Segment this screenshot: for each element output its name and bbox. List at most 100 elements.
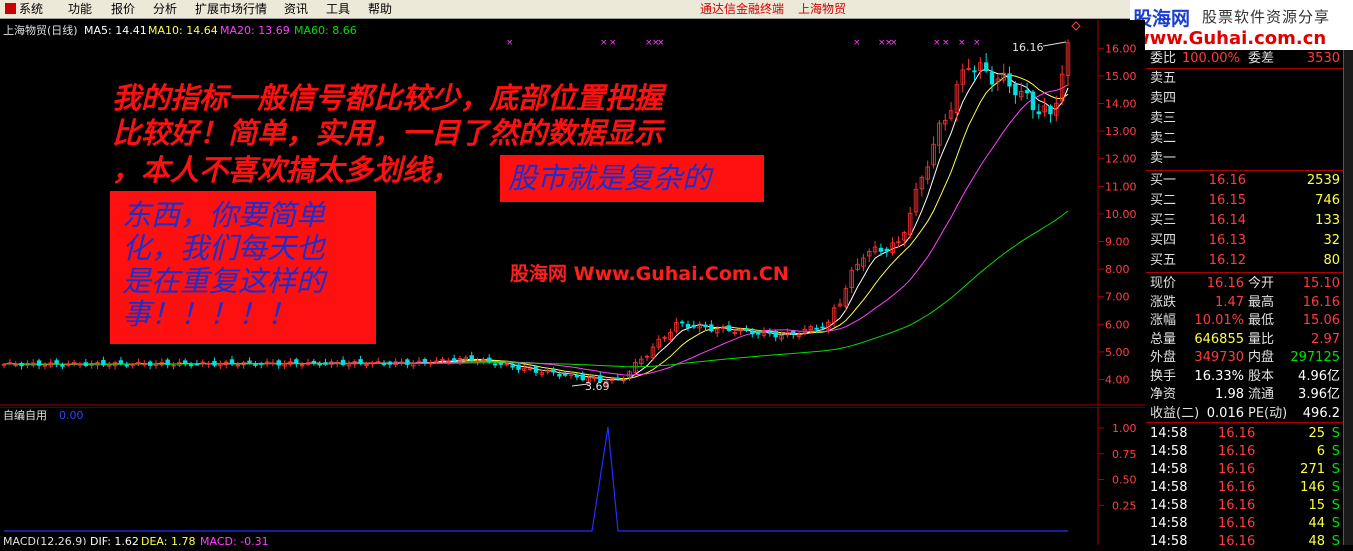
- candle-body: [259, 362, 264, 365]
- tick-row[interactable]: 14:58 16.16 15 S: [1146, 497, 1343, 515]
- stats-row: 涨跌 1.47 最高 16.16: [1150, 294, 1340, 310]
- menu-item-system[interactable]: 系统: [5, 2, 43, 16]
- stats-row: 换手 16.33% 股本 4.96亿: [1150, 368, 1340, 384]
- candle-body: [983, 62, 989, 72]
- overlay-box-line: 化，我们每天也: [122, 231, 326, 265]
- candle-body: [276, 360, 281, 366]
- watermark-text: 股海网 Www.Guhai.Com.CN: [510, 263, 789, 285]
- logo-tagline: 股票软件资源分享: [1202, 8, 1331, 26]
- tick-row[interactable]: 14:58 16.16 271 S: [1146, 461, 1343, 479]
- candle-body: [773, 330, 778, 338]
- candle-body: [212, 360, 217, 366]
- overlay-text-line1: 我的指标一般信号都比较少，底部位置把握: [112, 81, 664, 115]
- overlay-box-line: 是在重复这样的: [122, 264, 326, 298]
- candle-body: [679, 321, 685, 324]
- candle-body: [147, 361, 153, 366]
- candle-body: [83, 362, 89, 367]
- signal-mark: ×: [506, 38, 514, 48]
- candle-body: [685, 324, 691, 328]
- app-title: 通达信金融终端: [700, 2, 785, 16]
- tick-row[interactable]: 14:58 16.16 6 S: [1146, 443, 1343, 461]
- dif-label: DIF: 1.62: [90, 535, 139, 545]
- ma5-label: MA5: 14.41: [84, 24, 147, 37]
- price-tick-label: 6.00: [1105, 318, 1130, 331]
- candle-body: [755, 331, 761, 335]
- ma20-label: MA20: 13.69: [220, 24, 290, 37]
- price-tick-label: 11.00: [1105, 180, 1137, 193]
- menu-item-tools[interactable]: 工具: [326, 2, 350, 16]
- sell-row-2[interactable]: 卖二: [1146, 130, 1343, 148]
- candle-body: [188, 364, 194, 367]
- candle-body: [358, 359, 363, 364]
- menu-item-extended-market[interactable]: 扩展市场行情: [195, 2, 267, 16]
- candle-body: [54, 360, 59, 364]
- candle-body: [1007, 73, 1012, 87]
- overlay-box-line: 事！！！！！: [122, 297, 297, 331]
- price-tick-label: 9.00: [1105, 236, 1130, 249]
- overlay-text-line2: 比较好！简单，实用，一目了然的数据显示: [112, 116, 664, 150]
- sell-row-3[interactable]: 卖三: [1146, 110, 1343, 128]
- indicator-tick-label: 1.00: [1112, 422, 1137, 435]
- candle-body: [691, 324, 697, 328]
- candle-body: [492, 363, 498, 366]
- candle-body: [972, 70, 977, 73]
- candle-body: [247, 360, 252, 363]
- sell-row-4[interactable]: 卖四: [1146, 90, 1343, 108]
- candle-body: [516, 364, 521, 370]
- buy-row-5[interactable]: 买五 16.12 80: [1146, 252, 1343, 270]
- signal-mark: ×: [933, 38, 941, 48]
- menu-item-quote[interactable]: 报价: [111, 2, 135, 16]
- candle-body: [574, 374, 580, 378]
- candle-body: [487, 357, 492, 363]
- tick-row[interactable]: 14:58 16.16 25 S: [1146, 425, 1343, 443]
- candle-body: [498, 363, 504, 365]
- price-tick-label: 8.00: [1105, 263, 1130, 276]
- price-tick-label: 7.00: [1105, 291, 1130, 304]
- quote-panel: 委比 100.00% 委差 3530 卖五 卖四 卖三 卖二 卖一 买一 16.1…: [1146, 50, 1343, 549]
- indicator-chart[interactable]: 自编自用 0.00 1.00 0.75 0.50 0.25 MACD(12,26,9)…: [0, 407, 1145, 545]
- candle-body: [703, 324, 708, 328]
- tick-row[interactable]: 14:58 16.16 146 S: [1146, 479, 1343, 497]
- candle-body: [194, 363, 200, 366]
- candle-body: [791, 331, 796, 335]
- stats-row: 涨幅 10.01% 最低 15.06: [1150, 313, 1340, 328]
- buy-row-2[interactable]: 买二 16.15 746: [1146, 192, 1343, 210]
- candle-body: [165, 359, 170, 365]
- side-scroll-strip[interactable]: [1343, 50, 1353, 545]
- candle-body: [510, 365, 515, 368]
- price-tick-label: 14.00: [1105, 98, 1137, 111]
- menu-item-function[interactable]: 功能: [68, 2, 92, 16]
- order-ratio-row: 委比 100.00% 委差 3530: [1150, 51, 1340, 66]
- stock-title: 上海物贸: [798, 2, 847, 16]
- stats-row: 现价 16.16 今开 15.10: [1150, 276, 1340, 291]
- sell-row-1[interactable]: 卖一: [1146, 150, 1343, 168]
- candle-body: [422, 359, 428, 363]
- candle-body: [60, 364, 65, 367]
- ma10-label: MA10: 14.64: [148, 24, 218, 37]
- candle-body: [317, 363, 322, 366]
- macd-value-label: MACD: -0.31: [200, 535, 269, 545]
- candle-body: [557, 373, 562, 377]
- low-price-label: 3.69: [585, 380, 610, 393]
- candle-body: [323, 362, 328, 365]
- buy-row-3[interactable]: 买三 16.14 133: [1146, 212, 1343, 230]
- candle-body: [533, 366, 539, 373]
- sell-row-5[interactable]: 卖五: [1146, 70, 1343, 88]
- signal-mark: ×: [973, 38, 981, 48]
- candle-body: [405, 359, 410, 365]
- overlay-box-line: 东西，你要简单: [122, 198, 326, 232]
- indicator-name: 自编自用: [3, 408, 47, 422]
- tick-row[interactable]: 14:58 16.16 44 S: [1146, 515, 1343, 533]
- menu-item-analysis[interactable]: 分析: [153, 2, 177, 16]
- ma60-label: MA60: 8.66: [294, 24, 357, 37]
- menu-item-help[interactable]: 帮助: [368, 2, 392, 16]
- candle-body: [387, 361, 393, 365]
- signal-mark: ×: [609, 38, 617, 48]
- buy-row-1[interactable]: 买一 16.16 2539: [1146, 172, 1343, 190]
- buy-row-4[interactable]: 买四 16.13 32: [1146, 232, 1343, 250]
- tick-row[interactable]: 14:58 16.16 48 S: [1146, 533, 1343, 551]
- candle-body: [469, 355, 474, 361]
- menu-item-news[interactable]: 资讯: [284, 2, 308, 16]
- candle-body: [767, 331, 773, 334]
- indicator-value: 0.00: [59, 409, 84, 422]
